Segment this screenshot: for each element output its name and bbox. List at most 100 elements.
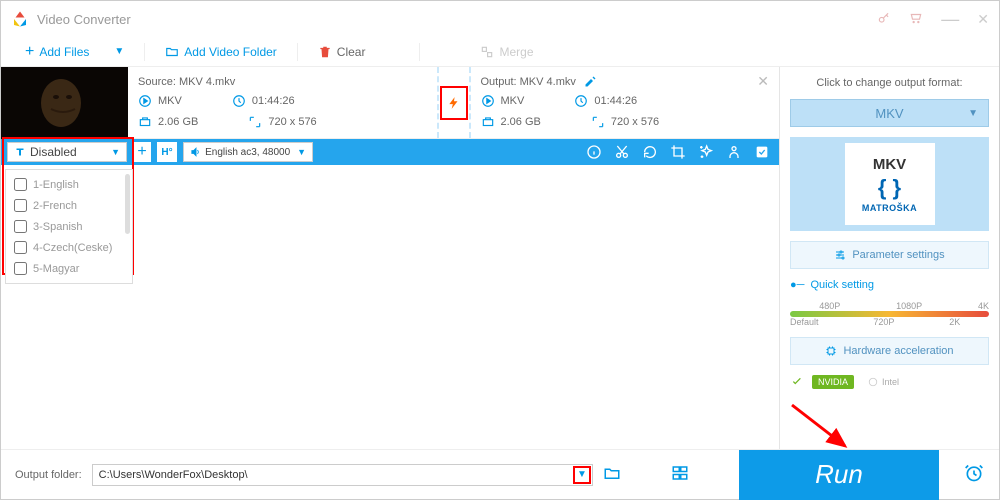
checkbox[interactable] (14, 220, 27, 233)
cart-icon[interactable] (909, 11, 923, 28)
chevron-down-icon: ▼ (297, 147, 306, 157)
cut-icon[interactable] (611, 141, 633, 163)
file-list-panel: Source: MKV 4.mkv MKV 01:44:26 2.06 GB 7… (1, 67, 779, 449)
change-format-label: Click to change output format: (790, 77, 989, 89)
add-folder-button[interactable]: Add Video Folder (155, 41, 287, 63)
opt-label: 5-Magyar (33, 263, 79, 275)
subtitle-option[interactable]: 2-French (6, 195, 132, 216)
hd-icon[interactable]: H° (157, 142, 177, 162)
subtitle-option[interactable]: 1-English (6, 174, 132, 195)
src-size: 2.06 GB (158, 116, 198, 128)
key-icon[interactable] (877, 11, 891, 28)
scrollbar[interactable] (125, 174, 130, 234)
edit-icon[interactable] (584, 76, 596, 88)
audio-select[interactable]: English ac3, 48000 H ▼ (183, 142, 313, 162)
format-select-button[interactable]: MKV ▼ (790, 99, 989, 127)
folder-dropdown-icon[interactable]: ▼ (573, 466, 591, 484)
bottom-bar: Output folder: ▼ Run (1, 449, 999, 499)
opt-label: 3-Spanish (33, 221, 83, 233)
add-files-button[interactable]: + Add Files ▼ (15, 39, 134, 65)
chevron-down-icon: ▼ (968, 108, 978, 119)
opt-label: 1-English (33, 179, 79, 191)
quick-setting-header: ●─ Quick setting (790, 279, 989, 291)
format-preview[interactable]: MKV { } MATROŠKA (790, 137, 989, 231)
size-icon (138, 115, 152, 129)
trash-icon (318, 45, 332, 59)
checkbox[interactable] (14, 241, 27, 254)
app-logo (11, 10, 29, 28)
add-files-label: Add Files (39, 45, 89, 59)
subtitle-select[interactable]: Disabled ▼ 1-English 2-French 3-Spanish … (7, 142, 127, 162)
clear-button[interactable]: Clear (308, 41, 376, 63)
param-label: Parameter settings (852, 249, 944, 261)
layout-icon[interactable] (671, 464, 689, 485)
merge-label: Merge (499, 45, 533, 59)
nvidia-badge: NVIDIA (812, 375, 854, 389)
quick-setting-label: Quick setting (810, 279, 874, 291)
folder-icon (165, 45, 179, 59)
checkbox[interactable] (14, 178, 27, 191)
out-res: 720 x 576 (611, 116, 659, 128)
qs-bar[interactable] (790, 311, 989, 317)
checkbox[interactable] (14, 262, 27, 275)
qs-label: 720P (873, 317, 894, 327)
crop-icon[interactable] (667, 141, 689, 163)
format-icon (481, 94, 495, 108)
minimize-icon[interactable]: — (941, 9, 959, 30)
file-row: Source: MKV 4.mkv MKV 01:44:26 2.06 GB 7… (1, 67, 779, 139)
add-folder-label: Add Video Folder (184, 45, 277, 59)
info-icon[interactable] (583, 141, 605, 163)
format-icon (138, 94, 152, 108)
output-folder-input[interactable] (92, 464, 593, 486)
braces-icon: { } (878, 175, 901, 201)
parameter-settings-button[interactable]: Parameter settings (790, 241, 989, 269)
hardware-accel-button[interactable]: Hardware acceleration (790, 337, 989, 365)
qs-label: 1080P (896, 301, 922, 311)
open-folder-icon[interactable] (603, 464, 621, 485)
audio-sel-value: English ac3, 48000 H (205, 147, 293, 158)
merge-icon (480, 45, 494, 59)
source-title: Source: MKV 4.mkv (138, 76, 427, 88)
effects-icon[interactable] (695, 141, 717, 163)
chevron-down-icon[interactable]: ▼ (114, 46, 124, 57)
close-icon[interactable]: ✕ (977, 11, 989, 28)
arrow-right-icon: ●─ (790, 279, 804, 291)
resolution-icon (591, 115, 605, 129)
rotate-icon[interactable] (639, 141, 661, 163)
watermark-icon[interactable] (723, 141, 745, 163)
merge-button[interactable]: Merge (470, 41, 543, 63)
source-info: Source: MKV 4.mkv MKV 01:44:26 2.06 GB 7… (128, 67, 437, 138)
run-button[interactable]: Run (739, 450, 939, 500)
divider (144, 43, 145, 61)
qs-label: 4K (978, 301, 989, 311)
remove-item-icon[interactable]: ✕ (757, 73, 769, 90)
output-title: Output: MKV 4.mkv (481, 76, 576, 88)
subtitle-option[interactable]: 5-Magyar (6, 258, 132, 279)
output-folder-input-wrap: ▼ (92, 464, 593, 486)
size-icon (481, 115, 495, 129)
quick-setting-slider[interactable]: . 480P . 1080P . 4K Default . 720P . 2K … (790, 301, 989, 327)
opt-label: 4-Czech(Ceske) (33, 242, 112, 254)
app-title: Video Converter (37, 12, 131, 27)
subtitle-option[interactable]: 4-Czech(Ceske) (6, 237, 132, 258)
qs-label: 480P (819, 301, 840, 311)
resolution-icon (248, 115, 262, 129)
subtitle-option[interactable]: 3-Spanish (6, 216, 132, 237)
clock-icon (574, 94, 588, 108)
add-subtitle-icon[interactable]: + (133, 142, 151, 162)
mkv-brand: MATROŠKA (862, 203, 917, 213)
checkbox-icon[interactable] (751, 141, 773, 163)
thumbnail[interactable] (1, 67, 128, 139)
quick-convert-icon[interactable] (440, 86, 468, 120)
checkbox[interactable] (14, 199, 27, 212)
qs-label: 2K (949, 317, 960, 327)
divider (297, 43, 298, 61)
alarm-icon[interactable] (964, 463, 984, 486)
divider (419, 43, 420, 61)
format-value: MKV (875, 106, 903, 121)
subtitle-sel-value: Disabled (30, 145, 77, 159)
src-dur: 01:44:26 (252, 95, 295, 107)
chevron-down-icon: ▼ (111, 147, 120, 157)
out-fmt: MKV (501, 95, 525, 107)
intel-badge: Intel (862, 375, 905, 389)
